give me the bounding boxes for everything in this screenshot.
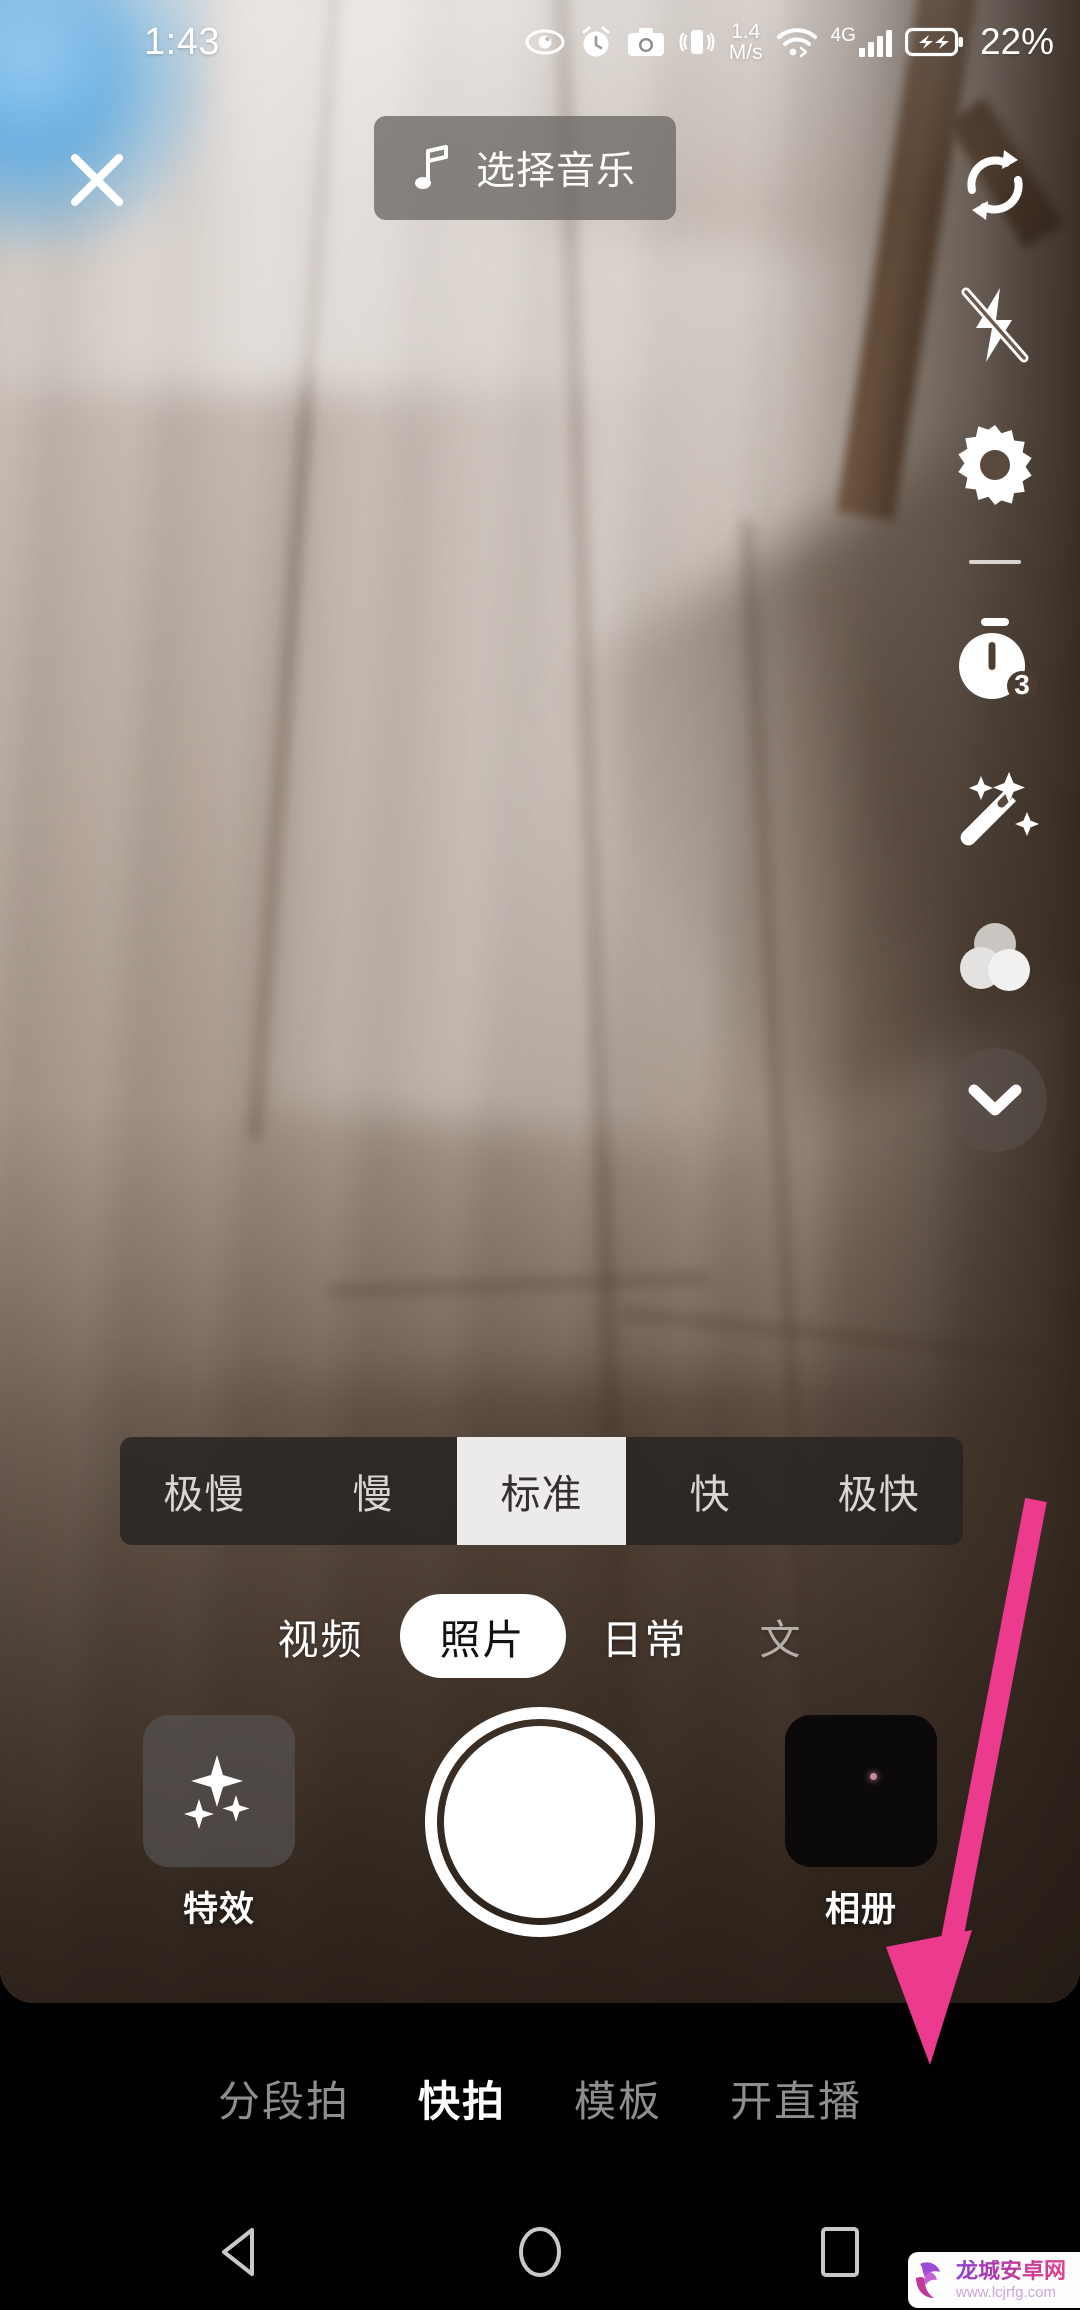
album-label: 相册: [824, 1890, 897, 1929]
status-right-group: 1.4 M/s 4G 22%: [525, 21, 1054, 63]
settings-button[interactable]: [930, 410, 1060, 520]
watermark-text: 龙城安卓网 www.lcjrfg.com: [956, 2258, 1067, 2301]
vibrate-icon: [678, 26, 716, 58]
collapse-rail-button[interactable]: [930, 1040, 1060, 1160]
tab-text[interactable]: 文: [724, 1606, 839, 1666]
settings-gear-icon: [958, 425, 1032, 505]
rail-divider: [930, 552, 1060, 572]
network-type-label: 4G: [830, 25, 856, 46]
sparkles-icon: [184, 1755, 250, 1829]
select-music-button[interactable]: 选择音乐: [374, 116, 677, 220]
back-triangle-icon: [222, 2227, 254, 2276]
speed-option-very-slow[interactable]: 极慢: [120, 1437, 289, 1545]
wifi-icon: [776, 26, 818, 58]
eye-care-icon: [525, 28, 565, 56]
select-music-label: 选择音乐: [476, 150, 637, 193]
album-button[interactable]: 相册: [785, 1715, 937, 1932]
speed-option-fast[interactable]: 快: [626, 1437, 795, 1545]
camera-icon: [627, 27, 665, 57]
flip-camera-icon: [967, 150, 1023, 220]
status-bar: 1:43 1.4 M/s 4G 22%: [0, 0, 1080, 84]
home-circle-icon: [519, 2226, 561, 2277]
capture-row: 特效 相册: [0, 1707, 1080, 1965]
timer-icon: 3: [959, 618, 1037, 701]
collapse-rail-circle: [943, 1048, 1047, 1152]
network-speed-value: 1.4: [731, 20, 761, 43]
filter-icon: [960, 923, 1030, 991]
recents-square-icon: [821, 2226, 859, 2277]
flash-toggle-button[interactable]: [930, 270, 1060, 380]
watermark-url: www.lcjrfg.com: [956, 2284, 1057, 2301]
speed-option-very-fast[interactable]: 极快: [794, 1437, 963, 1545]
tab-daily[interactable]: 日常: [566, 1606, 724, 1666]
chevron-down-icon: [968, 1084, 1022, 1116]
watermark-brand: 龙城安卓网: [956, 2258, 1067, 2283]
effects-button[interactable]: 特效: [143, 1715, 295, 1932]
effects-tile: [143, 1715, 295, 1867]
effects-label: 特效: [182, 1890, 255, 1929]
camera-preview[interactable]: [0, 0, 1080, 2003]
close-button[interactable]: [47, 130, 147, 230]
bottom-nav-item-live[interactable]: 开直播: [696, 2068, 896, 2129]
shutter-inner: [444, 1726, 636, 1918]
flip-camera-button[interactable]: [930, 130, 1060, 240]
music-note-icon: [415, 145, 448, 189]
tab-video[interactable]: 视频: [242, 1606, 400, 1666]
speed-selector[interactable]: 极慢 慢 标准 快 极快: [120, 1437, 963, 1545]
beauty-wand-icon: [960, 772, 1039, 846]
mobile-signal-group: 4G: [830, 25, 892, 57]
shutter-button[interactable]: [425, 1707, 655, 1937]
album-thumbnail-dot: [870, 1772, 878, 1780]
site-watermark: 龙城安卓网 www.lcjrfg.com: [908, 2252, 1080, 2308]
network-speed: 1.4 M/s: [729, 21, 763, 63]
system-home-button[interactable]: [390, 2224, 690, 2280]
system-back-button[interactable]: [90, 2226, 390, 2278]
close-icon: [71, 154, 123, 206]
beauty-button[interactable]: [930, 758, 1060, 868]
signal-bars-icon: [858, 27, 892, 57]
hand-logo-icon: [916, 2262, 940, 2298]
flash-off-icon: [961, 287, 1029, 363]
battery-charging-icon: [904, 27, 963, 57]
speed-option-slow[interactable]: 慢: [289, 1437, 458, 1545]
mode-tabs[interactable]: 视频 照片 日常 文: [0, 1590, 1080, 1682]
status-clock: 1:43: [144, 20, 220, 63]
album-thumbnail: [785, 1715, 937, 1867]
tab-photo[interactable]: 照片: [399, 1594, 566, 1678]
bottom-nav-item-quick[interactable]: 快拍: [384, 2068, 540, 2129]
speed-option-standard[interactable]: 标准: [457, 1437, 626, 1545]
network-speed-unit: M/s: [728, 41, 763, 64]
bottom-nav[interactable]: 分段拍 快拍 模板 开直播: [0, 2003, 1080, 2193]
timer-badge: 3: [1014, 669, 1030, 700]
alarm-off-icon: [578, 24, 614, 60]
bottom-nav-item-segment[interactable]: 分段拍: [184, 2068, 384, 2129]
bottom-nav-item-template[interactable]: 模板: [540, 2068, 696, 2129]
battery-percent: 22%: [979, 21, 1054, 62]
filter-button[interactable]: [930, 900, 1060, 1010]
timer-button[interactable]: 3: [930, 605, 1060, 715]
